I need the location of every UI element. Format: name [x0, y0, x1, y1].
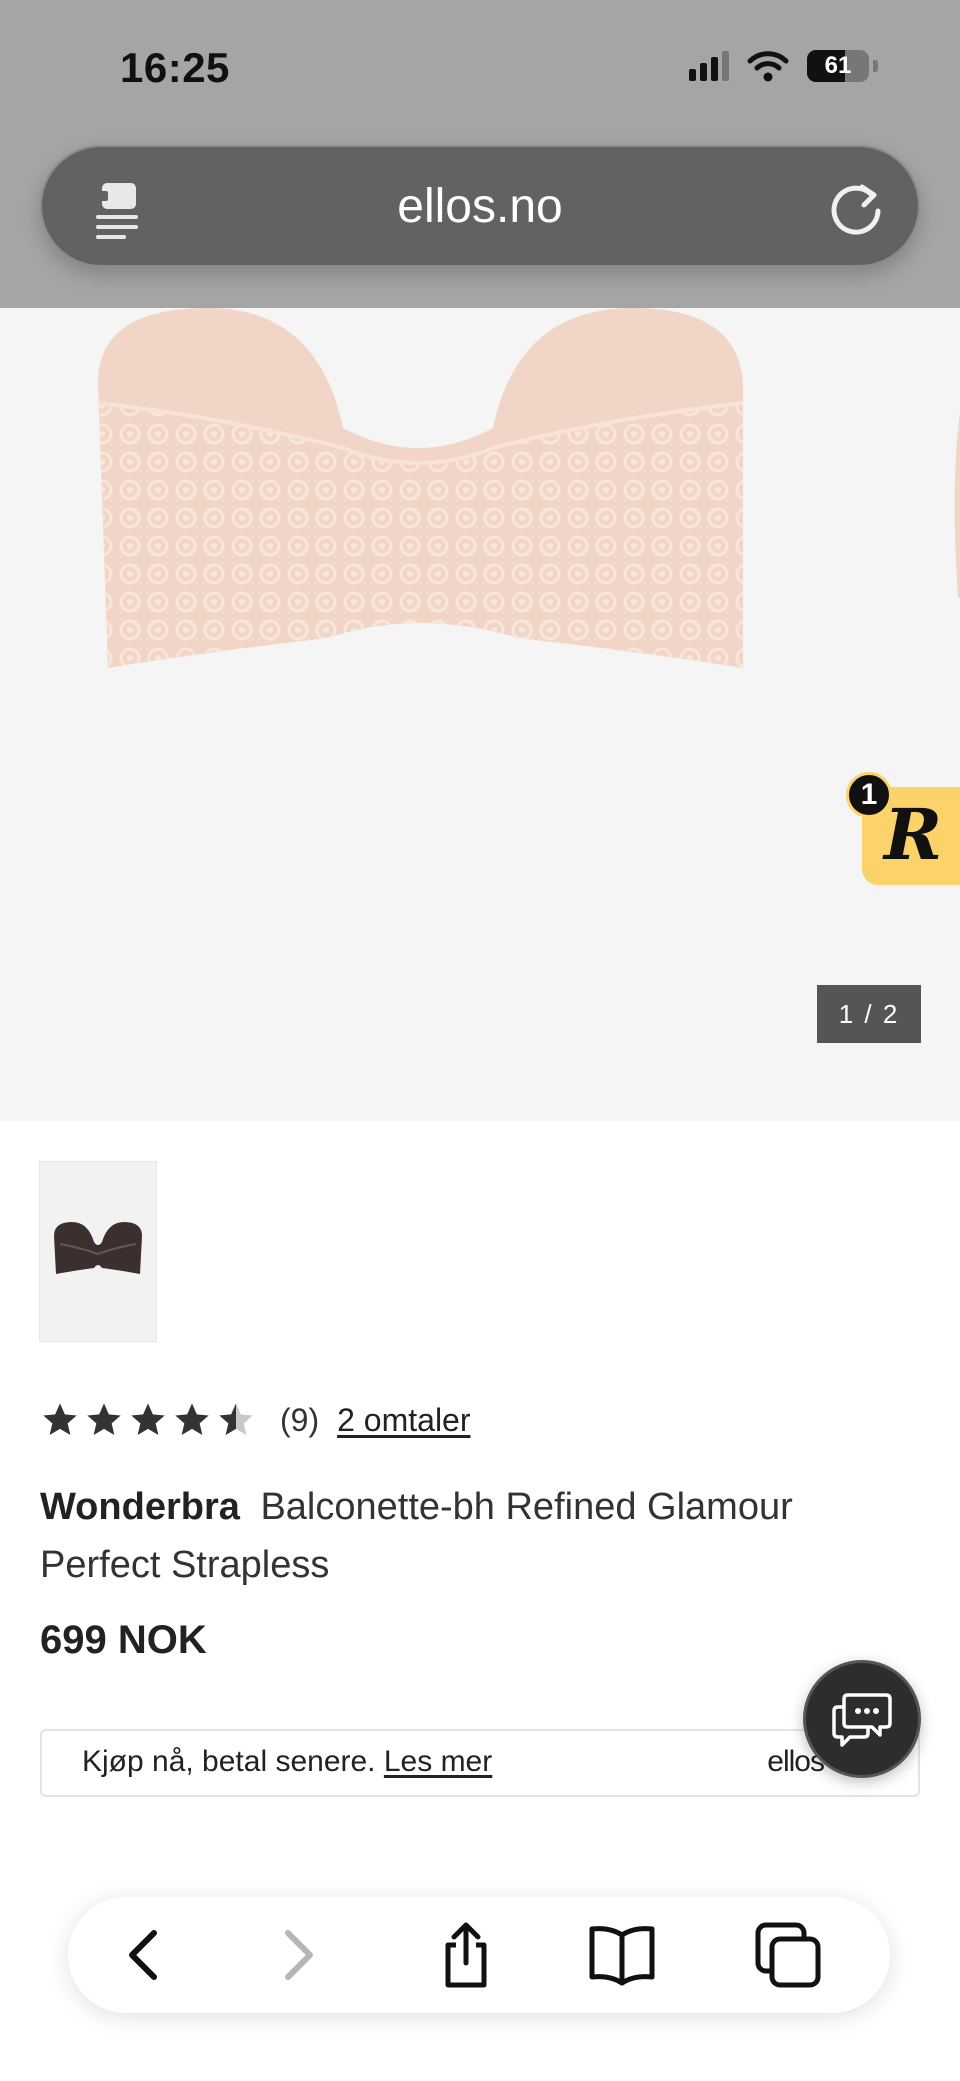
tabs-icon[interactable]	[752, 1919, 824, 1991]
next-image-peek	[954, 411, 960, 598]
product-image	[97, 308, 744, 668]
image-counter: 1 / 2	[817, 985, 921, 1043]
variant-image	[54, 1222, 142, 1274]
status-time: 16:25	[120, 44, 230, 91]
star-half-icon	[219, 1403, 253, 1435]
reload-icon[interactable]	[822, 173, 890, 241]
browser-toolbar	[68, 1897, 890, 2013]
star-full-icon	[175, 1403, 209, 1435]
cellular-signal-icon	[689, 51, 729, 81]
product-title: Wonderbra Balconette-bh Refined Glamour …	[40, 1478, 880, 1594]
rewards-logo: R	[884, 793, 943, 876]
battery-level: 61	[824, 52, 852, 79]
status-indicators: 61	[689, 50, 878, 82]
rating-count: (9)	[280, 1401, 320, 1438]
product-price: 699 NOK	[40, 1618, 207, 1662]
star-full-icon	[131, 1403, 165, 1435]
color-variant-thumbnail[interactable]	[39, 1161, 157, 1342]
url-domain: ellos.no	[397, 180, 563, 233]
rewards-badge: 1	[846, 772, 892, 818]
chevron-left-icon[interactable]	[108, 1919, 180, 1991]
rating-stars	[40, 1400, 256, 1440]
address-bar[interactable]: ellos.no	[40, 145, 920, 267]
chat-button[interactable]	[803, 1660, 921, 1778]
product-image-gallery[interactable]: 1 / 2	[0, 308, 960, 1121]
share-icon[interactable]	[430, 1919, 502, 1991]
reviews-link[interactable]: 2 omtaler	[337, 1402, 470, 1439]
chat-icon	[832, 1693, 892, 1747]
pay-later-banner: Kjøp nå, betal senere. Les mer ellos	[40, 1729, 920, 1797]
browser-top-chrome: 16:25 61 ellos.no	[0, 0, 960, 308]
book-icon[interactable]	[586, 1919, 658, 1991]
wifi-icon	[747, 51, 789, 82]
product-rating: (9) 2 omtaler	[40, 1400, 471, 1440]
chevron-right-icon[interactable]	[262, 1919, 334, 1991]
star-full-icon	[43, 1403, 77, 1435]
battery-icon: 61	[807, 50, 869, 82]
pay-later-text: Kjøp nå, betal senere.	[82, 1745, 376, 1778]
read-more-link[interactable]: Les mer	[384, 1745, 492, 1778]
star-full-icon	[87, 1403, 121, 1435]
product-brand[interactable]: Wonderbra	[40, 1486, 240, 1528]
